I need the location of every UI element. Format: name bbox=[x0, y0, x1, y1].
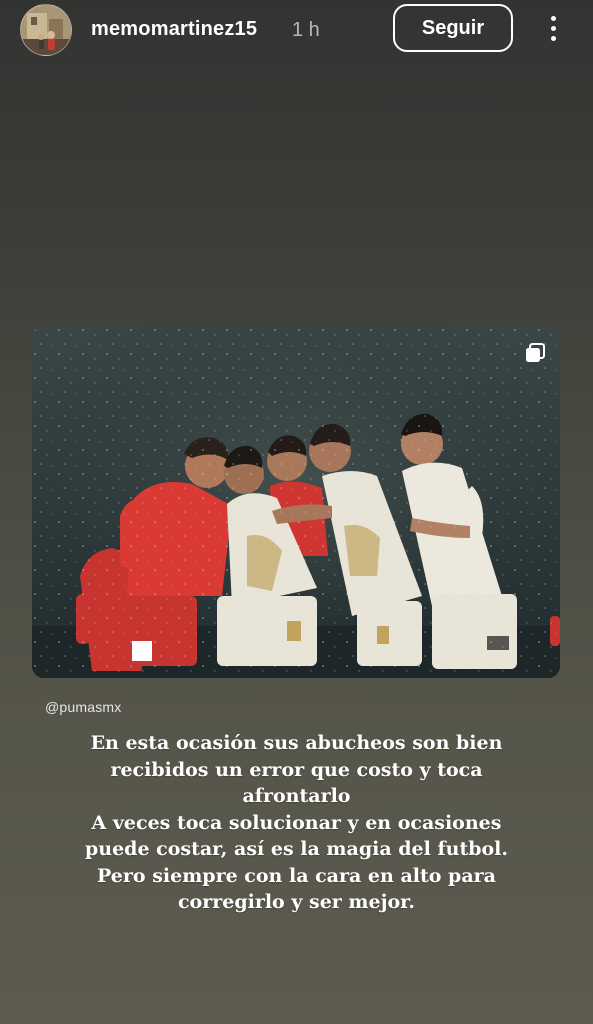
caption-line: afrontarlo bbox=[242, 785, 351, 807]
story-header: memomartinez15 1 h Seguir bbox=[0, 0, 593, 62]
multiple-images-icon bbox=[526, 343, 545, 362]
caption-line: corregirlo y ser mejor. bbox=[177, 891, 416, 913]
story-caption: En esta ocasión sus abucheos son bien re… bbox=[40, 730, 553, 916]
mention-tag[interactable]: @pumasmx bbox=[45, 699, 122, 715]
caption-line: recibidos un error que costo y toca bbox=[110, 758, 483, 781]
post-time: 1 h bbox=[292, 19, 320, 41]
avatar-photo bbox=[21, 5, 71, 55]
more-dot bbox=[550, 15, 556, 21]
caption-line: Pero siempre con la cara en alto para bbox=[97, 864, 496, 887]
follow-button[interactable]: Seguir bbox=[393, 4, 513, 52]
more-dot bbox=[550, 25, 556, 31]
more-options-icon[interactable] bbox=[538, 10, 568, 46]
shared-post-photo[interactable] bbox=[32, 326, 560, 678]
football-players-photo bbox=[32, 326, 560, 678]
more-dot bbox=[550, 35, 556, 41]
username[interactable]: memomartinez15 bbox=[91, 18, 257, 41]
user-avatar[interactable] bbox=[20, 4, 72, 56]
story-viewer: memomartinez15 1 h Seguir @pumasmx En es… bbox=[0, 0, 593, 1024]
caption-line: A veces toca solucionar y en ocasiones bbox=[91, 811, 502, 834]
caption-line: En esta ocasión sus abucheos son bien bbox=[90, 732, 503, 754]
caption-line: puede costar, así es la magia del futbol… bbox=[84, 838, 509, 860]
